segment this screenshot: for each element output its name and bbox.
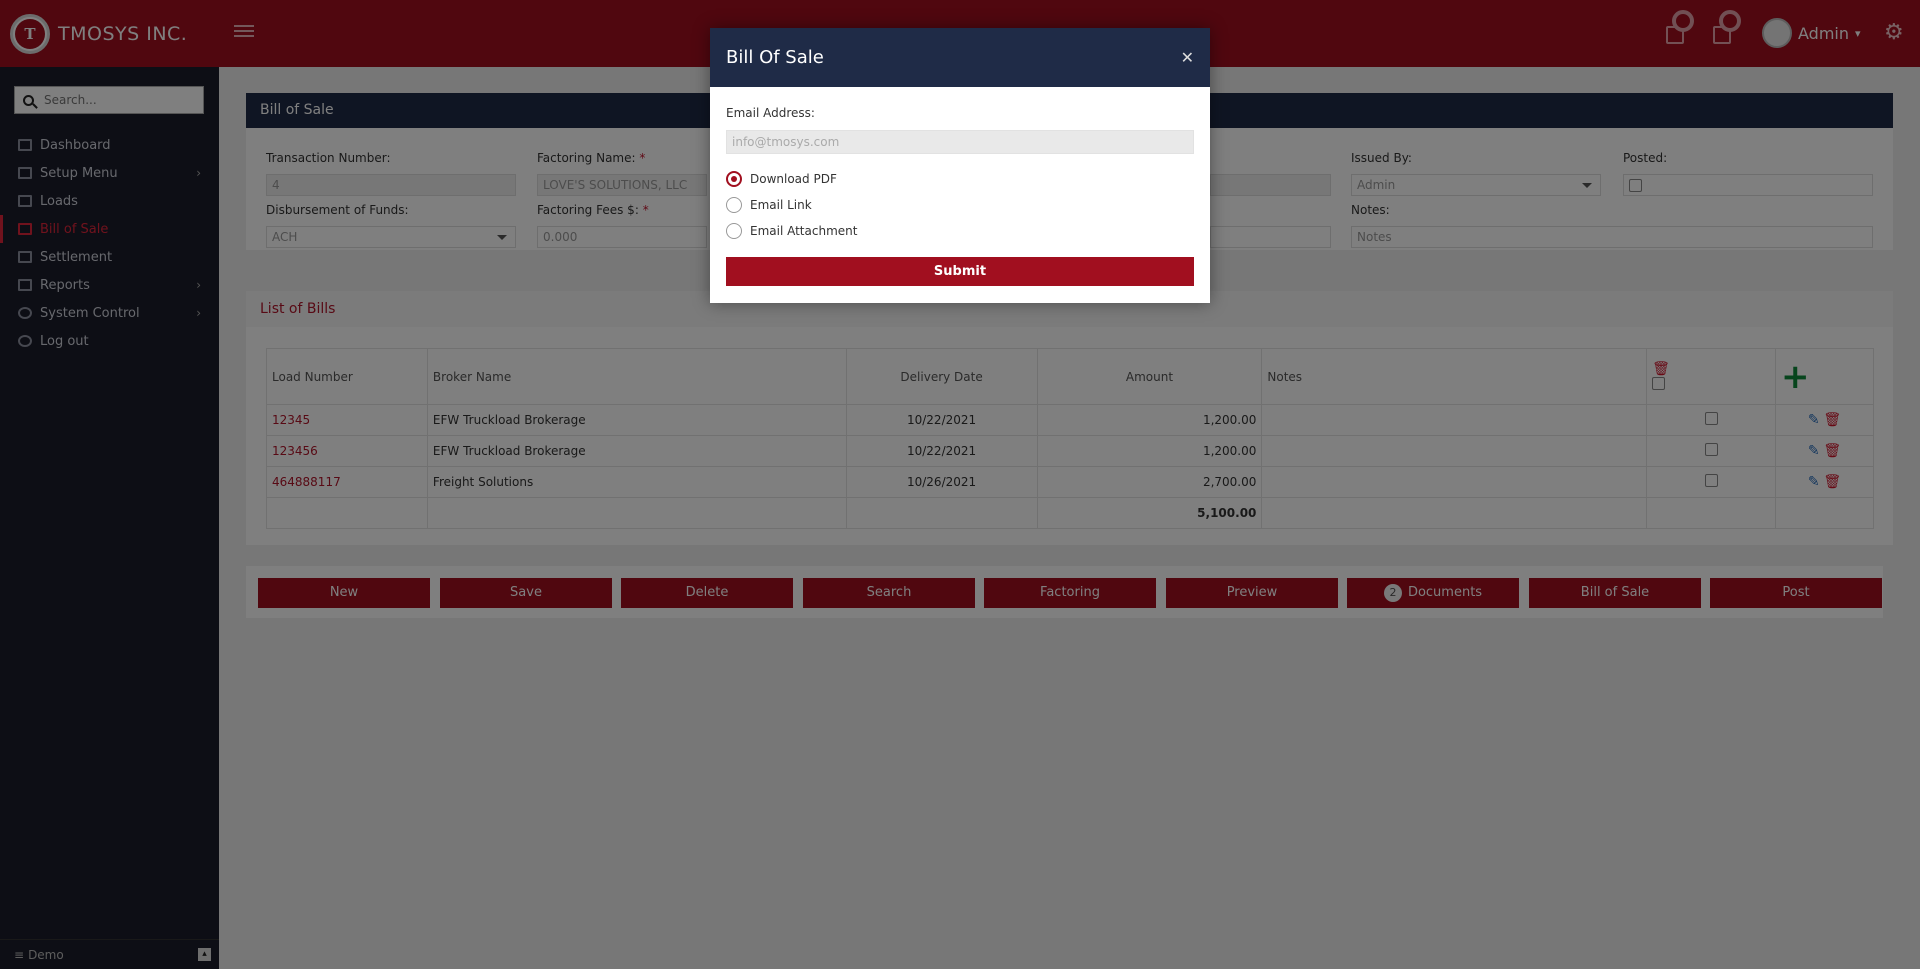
modal-title: Bill Of Sale	[726, 47, 824, 68]
radio-email-link[interactable]: Email Link	[726, 197, 812, 213]
radio-label: Email Attachment	[750, 224, 858, 238]
radio-unselected-icon	[726, 197, 742, 213]
radio-label: Email Link	[750, 198, 812, 212]
radio-selected-icon	[726, 171, 742, 187]
radio-label: Download PDF	[750, 172, 837, 186]
radio-email-attachment[interactable]: Email Attachment	[726, 223, 857, 239]
submit-button[interactable]: Submit	[726, 257, 1194, 286]
close-icon[interactable]: ✕	[1181, 28, 1194, 87]
email-label: Email Address:	[726, 106, 815, 120]
bill-of-sale-modal: Bill Of Sale ✕ Email Address: info@tmosy…	[710, 28, 1210, 303]
modal-header: Bill Of Sale ✕	[710, 28, 1210, 87]
radio-unselected-icon	[726, 223, 742, 239]
radio-download-pdf[interactable]: Download PDF	[726, 171, 837, 187]
email-field[interactable]: info@tmosys.com	[726, 130, 1194, 154]
